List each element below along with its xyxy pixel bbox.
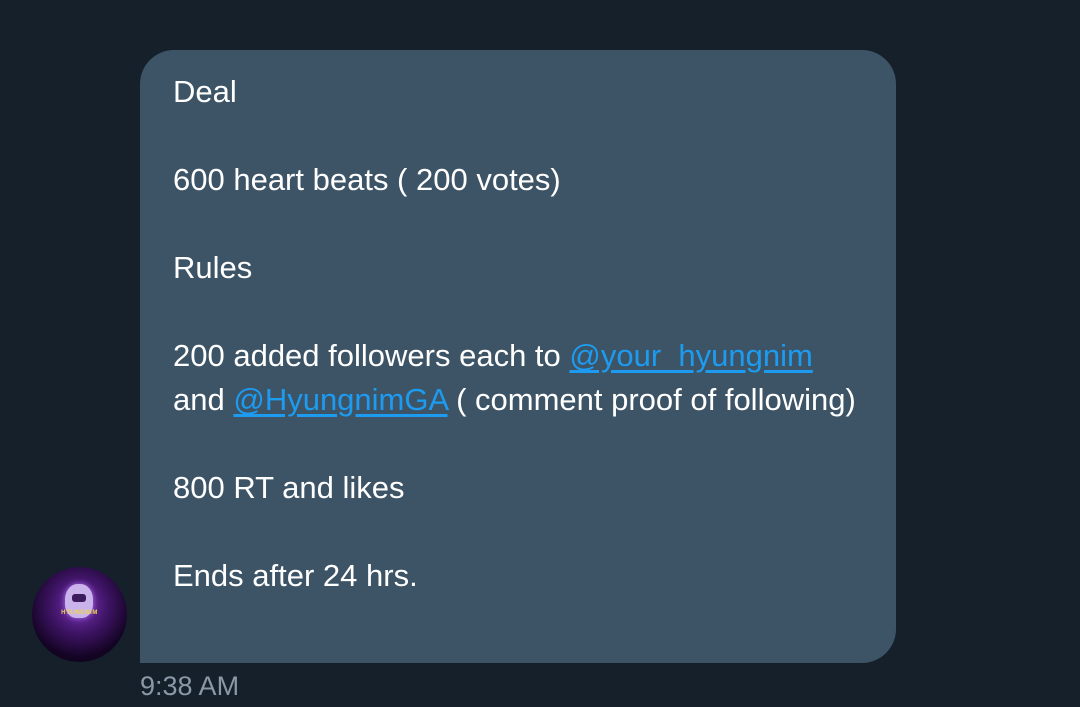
mention-link-hyungnimga[interactable]: @HyungnimGA [233, 382, 447, 417]
message-line-ends: Ends after 24 hrs. [173, 558, 418, 593]
mention-link-your-hyungnim[interactable]: @your_hyungnim [569, 338, 812, 373]
message-bubble[interactable]: Deal 600 heart beats ( 200 votes) Rules … [140, 50, 896, 663]
message-line-rt-likes: 800 RT and likes [173, 470, 405, 505]
message-line-deal: Deal [173, 74, 237, 109]
avatar[interactable]: HYUNGNIM [32, 567, 127, 662]
chevron-down-icon[interactable] [1016, 0, 1036, 6]
message-timestamp: 9:38 AM [140, 671, 240, 701]
followers-suffix: ( comment proof of following) [447, 382, 856, 417]
followers-prefix: 200 added followers each to [173, 338, 570, 373]
dm-conversation-screen: Deal 600 heart beats ( 200 votes) Rules … [0, 0, 1080, 707]
message-line-heart-beats: 600 heart beats ( 200 votes) [173, 162, 561, 197]
followers-middle: and [173, 382, 234, 417]
message-line-rules: Rules [173, 250, 253, 285]
message-line-followers: 200 added followers each to @your_hyungn… [173, 334, 866, 422]
avatar-banner: HYUNGNIM [61, 610, 98, 616]
